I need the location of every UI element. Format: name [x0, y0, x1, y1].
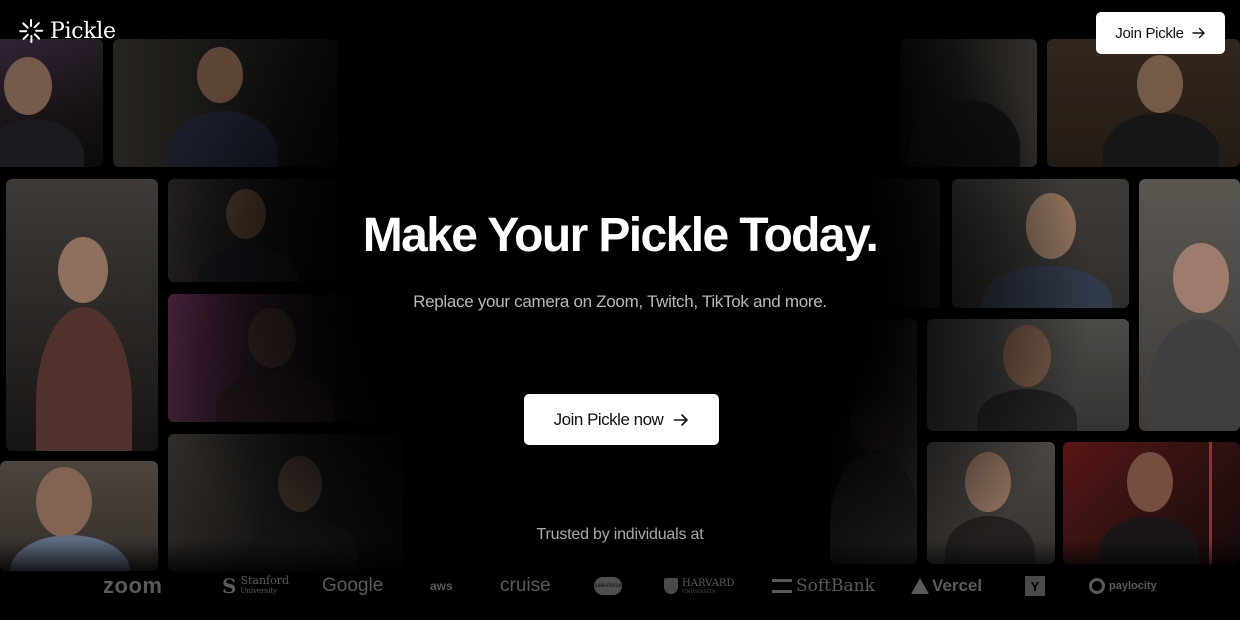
harvard-shield-icon — [664, 578, 678, 594]
video-tile — [113, 39, 338, 167]
video-tile — [927, 319, 1129, 431]
join-pickle-button[interactable]: Join Pickle — [1096, 12, 1225, 54]
zoom-logo: zoom — [103, 573, 163, 598]
salesforce-cloud-icon: salesforce — [594, 577, 622, 595]
join-pickle-now-button[interactable]: Join Pickle now — [524, 394, 719, 445]
sparkle-logo-icon — [18, 18, 44, 44]
join-pickle-now-label: Join Pickle now — [553, 409, 664, 429]
video-tile — [0, 461, 158, 571]
paylocity-mark-icon — [1089, 578, 1105, 594]
ycombinator-logo: Y — [1025, 571, 1045, 601]
hero-subtitle: Replace your camera on Zoom, Twitch, Tik… — [413, 292, 827, 311]
salesforce-logo: salesforce — [594, 571, 622, 601]
video-tile — [168, 434, 403, 572]
softbank-logo: SoftBank — [772, 571, 875, 601]
google-logo: Google — [322, 575, 384, 596]
join-pickle-label: Join Pickle — [1115, 24, 1184, 42]
hero-title: Make Your Pickle Today. — [362, 209, 879, 262]
arrow-right-icon — [1192, 27, 1205, 39]
harvard-logo: HARVARD UNIVERSITY — [664, 571, 734, 601]
aws-logo: aws — [430, 579, 453, 593]
trusted-by-label: Trusted by individuals at — [536, 526, 704, 543]
vercel-logo: Vercel — [911, 571, 982, 601]
vercel-triangle-icon — [911, 578, 929, 594]
arrow-right-icon — [674, 413, 689, 426]
softbank-bars-icon — [772, 579, 792, 593]
brand-name: Pickle — [50, 18, 116, 44]
stanford-logo: S Stanford University — [222, 574, 290, 598]
video-tile — [1047, 39, 1240, 167]
video-tile — [900, 39, 1037, 167]
paylocity-logo: paylocity — [1089, 571, 1157, 601]
video-tile — [1063, 442, 1240, 564]
brand-logo[interactable]: Pickle — [18, 18, 116, 44]
cruise-logo: cruise — [500, 575, 551, 596]
trusted-logos-strip: zoom S Stanford University Google aws cr… — [0, 571, 1240, 601]
video-tile — [0, 39, 103, 167]
video-tile — [927, 442, 1055, 564]
video-tile — [168, 294, 383, 422]
